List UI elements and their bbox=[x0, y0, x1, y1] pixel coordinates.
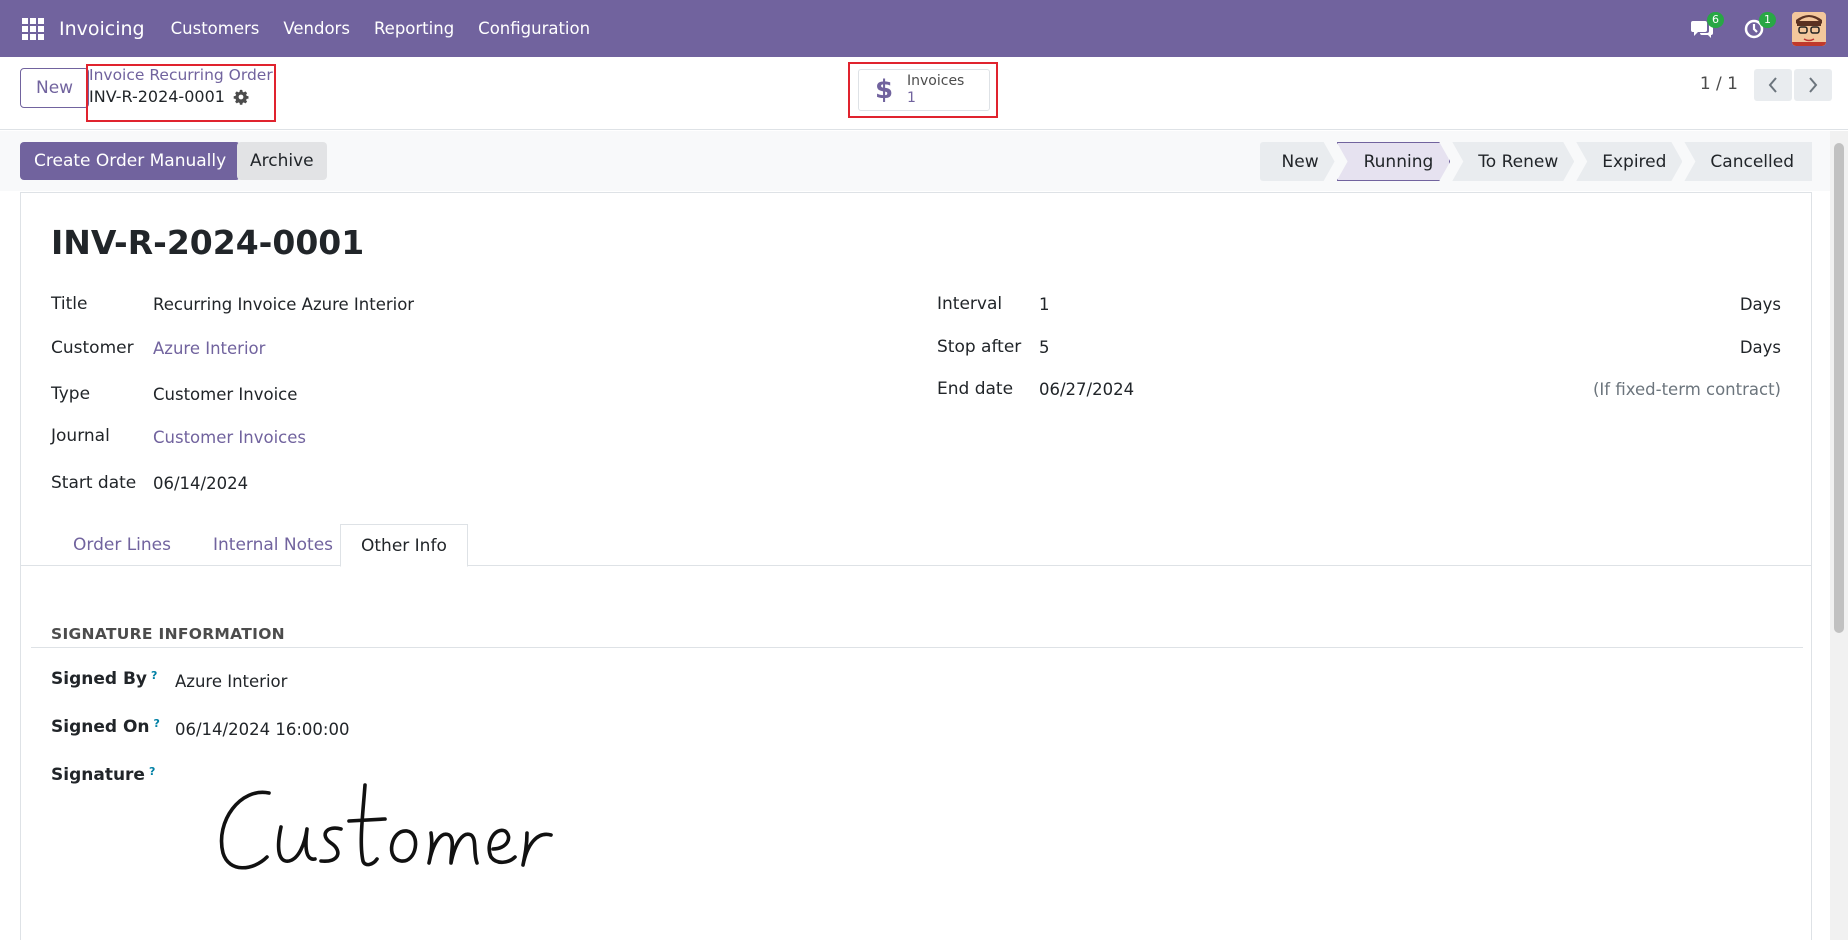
end-date-field[interactable]: 06/27/2024 bbox=[1039, 380, 1134, 399]
messages-count-badge: 6 bbox=[1707, 11, 1724, 28]
form-action-bar: Create Order Manually Archive New Runnin… bbox=[0, 131, 1848, 191]
stage-running[interactable]: Running bbox=[1337, 142, 1451, 181]
chevron-left-icon bbox=[1768, 77, 1777, 93]
control-panel: New Invoice Recurring Order INV-R-2024-0… bbox=[0, 57, 1848, 130]
title-field[interactable]: Recurring Invoice Azure Interior bbox=[153, 295, 414, 314]
record-title[interactable]: INV-R-2024-0001 bbox=[51, 223, 364, 262]
title-label: Title bbox=[51, 294, 88, 314]
stage-to-renew[interactable]: To Renew bbox=[1452, 142, 1574, 181]
breadcrumb-current-label: INV-R-2024-0001 bbox=[89, 87, 225, 106]
tab-order-lines[interactable]: Order Lines bbox=[53, 524, 191, 566]
menu-configuration[interactable]: Configuration bbox=[478, 19, 590, 38]
pager-next-button[interactable] bbox=[1794, 69, 1832, 101]
pager-previous-button[interactable] bbox=[1754, 69, 1792, 101]
status-bar: New Running To Renew Expired Cancelled bbox=[1258, 142, 1812, 181]
signed-by-label: Signed By? bbox=[51, 669, 157, 689]
customer-label: Customer bbox=[51, 338, 134, 358]
archive-button[interactable]: Archive bbox=[237, 142, 327, 180]
scrollbar-thumb[interactable] bbox=[1834, 143, 1844, 633]
end-date-hint: (If fixed-term contract) bbox=[1593, 380, 1781, 399]
signed-by-label-text: Signed By bbox=[51, 669, 147, 689]
menu-customers[interactable]: Customers bbox=[171, 19, 260, 38]
notebook-tabs: Order Lines Internal Notes Other Info bbox=[21, 524, 1811, 567]
signed-by-field[interactable]: Azure Interior bbox=[175, 672, 287, 691]
interval-label: Interval bbox=[937, 294, 1003, 314]
signed-on-label-text: Signed On bbox=[51, 717, 150, 737]
invoices-stat-label: Invoices bbox=[907, 73, 965, 89]
user-avatar[interactable] bbox=[1792, 11, 1826, 46]
create-order-manually-button[interactable]: Create Order Manually bbox=[20, 142, 241, 180]
activities-count-badge: 1 bbox=[1759, 11, 1776, 28]
signature-section-title: SIGNATURE INFORMATION bbox=[51, 625, 285, 643]
stage-expired[interactable]: Expired bbox=[1576, 142, 1682, 181]
journal-label: Journal bbox=[51, 426, 110, 446]
type-label: Type bbox=[51, 384, 91, 404]
tab-internal-notes[interactable]: Internal Notes bbox=[193, 524, 353, 566]
avatar-image bbox=[1792, 11, 1826, 46]
type-field[interactable]: Customer Invoice bbox=[153, 385, 297, 404]
signature-label-text: Signature bbox=[51, 765, 145, 785]
tab-other-info[interactable]: Other Info bbox=[340, 524, 468, 567]
pager-value[interactable]: 1 / 1 bbox=[1700, 74, 1738, 94]
stage-cancelled[interactable]: Cancelled bbox=[1684, 142, 1812, 181]
app-name[interactable]: Invoicing bbox=[59, 18, 145, 40]
signed-on-help-icon[interactable]: ? bbox=[154, 717, 160, 730]
invoices-stat-value: 1 bbox=[907, 90, 916, 106]
invoices-smart-button[interactable]: $ Invoices 1 bbox=[858, 69, 990, 111]
interval-unit[interactable]: Days bbox=[1740, 295, 1781, 314]
vertical-scrollbar[interactable] bbox=[1830, 131, 1848, 940]
new-button[interactable]: New bbox=[20, 68, 90, 108]
signature-label: Signature? bbox=[51, 765, 155, 785]
customer-field[interactable]: Azure Interior bbox=[153, 339, 265, 358]
stop-after-unit[interactable]: Days bbox=[1740, 338, 1781, 357]
messages-button[interactable]: 6 bbox=[1688, 11, 1724, 43]
signature-image[interactable] bbox=[201, 773, 581, 893]
stop-after-label: Stop after bbox=[937, 337, 1022, 357]
section-divider bbox=[31, 647, 1803, 648]
signed-on-field[interactable]: 06/14/2024 16:00:00 bbox=[175, 720, 349, 739]
menu-vendors[interactable]: Vendors bbox=[283, 19, 350, 38]
chevron-right-icon bbox=[1809, 77, 1818, 93]
signed-on-label: Signed On? bbox=[51, 717, 160, 737]
menu-reporting[interactable]: Reporting bbox=[374, 19, 454, 38]
stage-new[interactable]: New bbox=[1260, 142, 1335, 181]
top-navbar: Invoicing Customers Vendors Reporting Co… bbox=[0, 0, 1848, 57]
dollar-icon: $ bbox=[875, 75, 894, 105]
breadcrumb-parent-link[interactable]: Invoice Recurring Order bbox=[89, 66, 273, 84]
start-date-field[interactable]: 06/14/2024 bbox=[153, 474, 248, 493]
journal-field[interactable]: Customer Invoices bbox=[153, 428, 306, 447]
end-date-label: End date bbox=[937, 379, 1014, 399]
form-sheet: INV-R-2024-0001 Title Recurring Invoice … bbox=[20, 192, 1812, 940]
interval-field[interactable]: 1 bbox=[1039, 295, 1050, 314]
start-date-label: Start date bbox=[51, 473, 137, 493]
breadcrumb-current: INV-R-2024-0001 bbox=[89, 87, 249, 106]
stop-after-field[interactable]: 5 bbox=[1039, 338, 1050, 357]
apps-menu-icon[interactable] bbox=[22, 17, 44, 40]
signature-help-icon[interactable]: ? bbox=[149, 765, 155, 778]
gear-icon[interactable] bbox=[233, 89, 249, 105]
activities-button[interactable]: 1 bbox=[1740, 11, 1776, 43]
signed-by-help-icon[interactable]: ? bbox=[151, 669, 157, 682]
